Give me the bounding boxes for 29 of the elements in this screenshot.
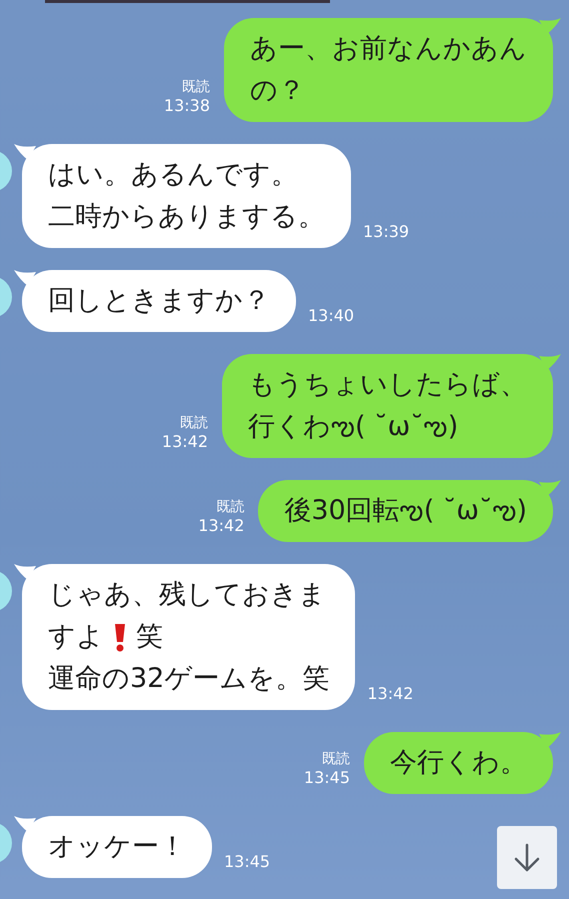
message-text: はい。あるんです。 <box>48 158 298 192</box>
message-text: あー、お前なんかあん <box>250 32 527 66</box>
message-text: 運命の32ゲームを。笑 <box>48 662 330 696</box>
message-time: 13:45 <box>224 852 270 873</box>
message-time: 13:38 <box>164 96 210 116</box>
message-text: じゃあ、残しておきま <box>48 578 326 612</box>
message-text: 今行くわ。 <box>390 746 527 780</box>
message-time: 13:45 <box>304 768 350 788</box>
read-label: 既読 <box>180 414 208 432</box>
read-label: 既読 <box>182 78 210 96</box>
message-time: 13:42 <box>198 516 244 536</box>
exclamation-icon <box>112 622 128 652</box>
message-text: 後30回転ఌ( ˘ω˘ఌ) <box>284 494 527 528</box>
message-time: 13:40 <box>308 306 354 327</box>
message-text: 回しときますか？ <box>48 284 270 318</box>
message-text: もうちょいしたらば、 <box>248 368 527 402</box>
message-time: 13:42 <box>367 684 414 705</box>
message-text: 二時からありまする。 <box>48 200 325 234</box>
read-label: 既読 <box>322 750 350 768</box>
message-text: の？ <box>250 74 305 108</box>
read-label: 既読 <box>216 498 244 516</box>
down-arrow-icon <box>514 842 540 872</box>
message-time: 13:42 <box>162 432 208 452</box>
message-text: オッケー！ <box>48 830 186 864</box>
message-text: 笑 <box>136 620 163 654</box>
message-text: すよ <box>48 620 104 654</box>
message-time: 13:39 <box>363 222 410 243</box>
message-text: 行くわఌ( ˘ω˘ఌ) <box>248 410 458 444</box>
scroll-down-button[interactable] <box>497 826 557 889</box>
